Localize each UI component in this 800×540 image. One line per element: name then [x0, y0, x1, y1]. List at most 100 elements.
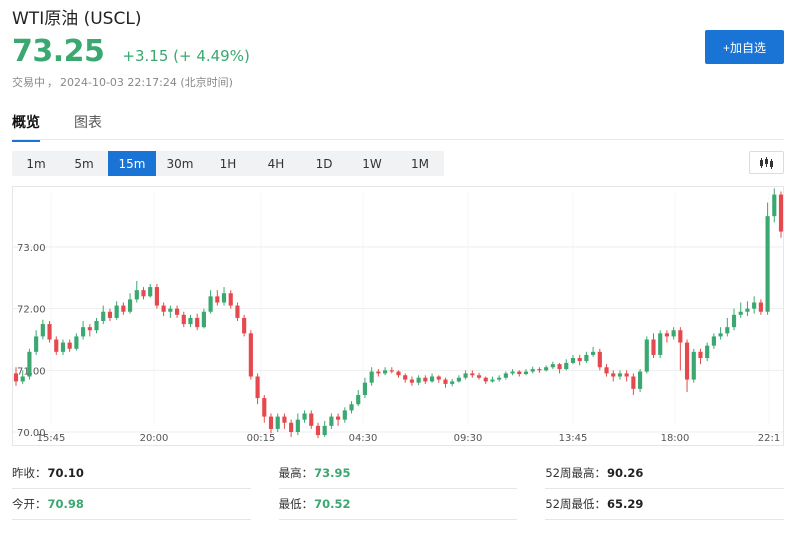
candle-body — [382, 370, 388, 374]
candle-body — [101, 311, 106, 321]
period-4h[interactable]: 4H — [252, 151, 300, 176]
candle-body — [705, 345, 710, 358]
candle-body — [772, 194, 777, 217]
candle-body — [503, 373, 508, 378]
candlestick-chart: 73.0072.0071.0070.0015:45 20:00 00:15 04:30… — [13, 188, 783, 444]
stat-label: 52周最高： — [545, 466, 606, 480]
period-1h[interactable]: 1H — [204, 151, 252, 176]
candle-body — [678, 330, 683, 343]
period-1mo[interactable]: 1M — [396, 151, 444, 176]
candle-body — [369, 371, 374, 383]
y-tick-label: 71.00 — [17, 366, 46, 377]
candle-body — [698, 351, 703, 358]
candle-body — [268, 416, 274, 429]
candle-body — [87, 327, 92, 331]
add-to-watchlist-button[interactable]: +加自选 — [705, 30, 784, 64]
period-30m[interactable]: 30m — [156, 151, 204, 176]
last-price: 73.25 — [12, 34, 105, 69]
period-15m[interactable]: 15m — [108, 151, 156, 176]
tabs-divider — [12, 139, 784, 140]
candle-body — [517, 371, 522, 375]
stat-high: 最高： 73.95 — [278, 458, 518, 489]
candle-body — [778, 194, 783, 232]
chart-type-button[interactable] — [749, 151, 784, 174]
candle-body — [523, 371, 529, 375]
tab-overview[interactable]: 概览 — [12, 112, 40, 142]
candle-body — [221, 293, 227, 303]
candle-body — [54, 339, 59, 352]
stat-low: 最低： 70.52 — [278, 489, 518, 520]
candle-body — [215, 296, 220, 303]
status-separator: ， — [47, 76, 58, 89]
candle-body — [195, 317, 200, 328]
candle-body — [174, 308, 180, 315]
candle-body — [396, 371, 401, 376]
candle-body — [611, 373, 616, 377]
period-1d[interactable]: 1D — [300, 151, 348, 176]
candle-body — [127, 299, 133, 312]
candle-body — [282, 416, 287, 423]
candle-body — [476, 375, 482, 378]
candle-body — [376, 371, 381, 374]
candle-body — [450, 381, 455, 384]
candle-body — [228, 293, 233, 306]
candle-body — [201, 311, 206, 328]
y-tick-label: 73.00 — [17, 243, 46, 254]
candle-body — [235, 305, 240, 318]
candle-body — [161, 305, 166, 312]
candle-body — [745, 308, 750, 312]
candle-body — [309, 413, 314, 426]
candle-body — [443, 379, 448, 384]
candle-body — [604, 367, 609, 374]
candle-body — [121, 305, 126, 312]
candle-body — [490, 379, 495, 382]
candle-body — [208, 296, 213, 312]
stat-label: 最高： — [278, 466, 314, 480]
candle-body — [416, 377, 421, 383]
candle-body — [255, 376, 260, 399]
market-status: 交易中， 2024-10-03 22:17:24 (北京时间) — [12, 74, 233, 90]
candle-body — [275, 416, 280, 429]
stat-value: 65.29 — [606, 497, 644, 511]
instrument-title: WTI原油 (USCL) — [12, 9, 142, 29]
candle-body — [107, 311, 113, 318]
candle-body — [262, 398, 267, 417]
candle-body — [577, 357, 582, 362]
candle-body — [557, 364, 562, 370]
candle-body — [436, 376, 441, 380]
candle-body — [564, 362, 569, 370]
candle-body — [181, 314, 186, 325]
candle-body — [731, 314, 737, 328]
stat-prev-close: 昨收： 70.10 — [12, 458, 251, 489]
candle-body — [718, 333, 723, 337]
candle-body — [738, 311, 743, 315]
trading-status-label: 交易中 — [12, 76, 45, 89]
candle-body — [624, 373, 629, 377]
period-5m[interactable]: 5m — [60, 151, 108, 176]
candle-body — [671, 330, 676, 337]
period-selector: 1m 5m 15m 30m 1H 4H 1D 1W 1M — [12, 151, 444, 176]
candle-body — [60, 342, 66, 352]
candle-body — [651, 339, 656, 355]
candle-body — [544, 367, 549, 371]
tab-chart[interactable]: 图表 — [74, 112, 102, 142]
candle-body — [530, 369, 535, 372]
candle-body — [389, 370, 394, 372]
stat-52w-low: 52周最低： 65.29 — [545, 489, 785, 520]
candle-body — [67, 342, 72, 349]
candle-body — [550, 364, 555, 368]
period-1m[interactable]: 1m — [12, 151, 60, 176]
period-1w[interactable]: 1W — [348, 151, 396, 176]
candle-body — [154, 287, 160, 306]
candle-body — [114, 305, 119, 318]
candle-body — [631, 376, 636, 389]
candle-body — [148, 287, 153, 297]
candle-body — [34, 336, 39, 352]
candle-body — [302, 413, 307, 420]
candle-body — [356, 394, 361, 405]
price-chart[interactable]: 73.00 72.00 71.00 70.00 15:45 20:00 00:15 04:30… — [12, 186, 784, 446]
candle-body — [40, 324, 45, 337]
candle-body — [456, 377, 461, 382]
candle-body — [315, 425, 321, 436]
candle-body — [349, 404, 354, 411]
